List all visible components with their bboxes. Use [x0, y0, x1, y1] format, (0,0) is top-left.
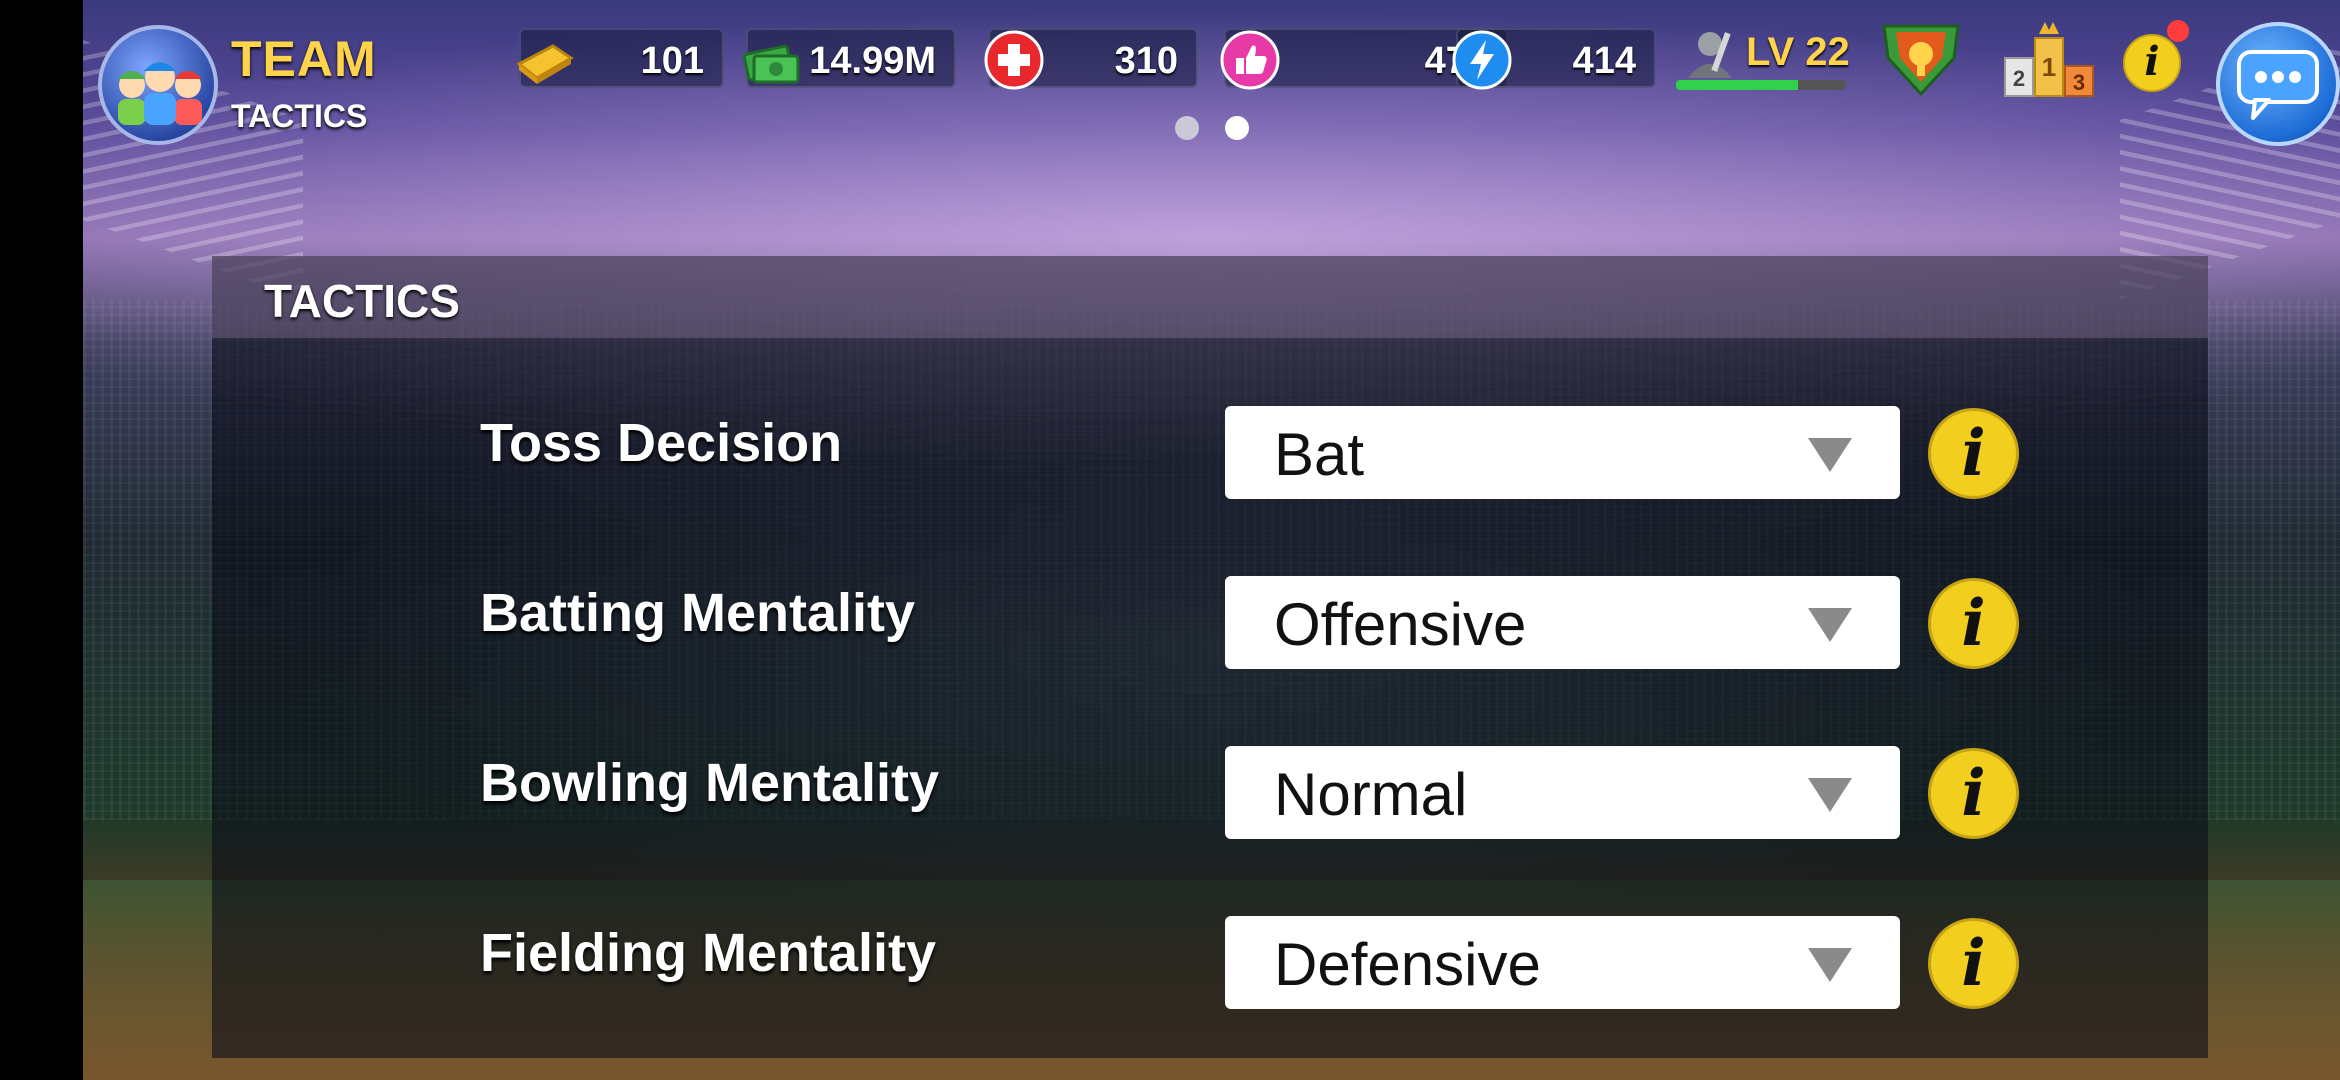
toss-decision-dropdown[interactable]: Bat: [1225, 406, 1900, 499]
toss-decision-info-button[interactable]: i: [1928, 408, 2019, 499]
health-counter[interactable]: 310: [984, 28, 1198, 90]
fielding-mentality-label: Fielding Mentality: [480, 923, 937, 983]
cash-value: 14.99M: [809, 40, 936, 82]
level-progress-bar: [1676, 80, 1846, 90]
energy-value: 414: [1572, 40, 1636, 82]
team-badge-icon[interactable]: [98, 25, 218, 145]
chevron-down-icon: [1808, 948, 1852, 982]
podium-icon[interactable]: 1 2 3: [2001, 16, 2097, 100]
toss-decision-value: Bat: [1274, 421, 1365, 488]
cash-icon: [742, 44, 800, 84]
screen-subtitle: TACTICS: [231, 98, 368, 134]
page-dot[interactable]: [1175, 116, 1199, 140]
batting-mentality-value: Offensive: [1274, 591, 1527, 658]
gold-value: 101: [640, 40, 704, 82]
player-level[interactable]: LV 22: [1676, 28, 1896, 98]
thumbs-up-icon: [1220, 30, 1280, 90]
energy-counter[interactable]: 414: [1452, 28, 1656, 90]
cash-counter[interactable]: 14.99M: [742, 28, 956, 88]
page-indicator: [1175, 116, 1275, 145]
tactics-panel: TACTICS Toss Decision Bat i Batting Ment…: [212, 256, 2208, 1058]
gold-counter[interactable]: 101: [516, 28, 724, 88]
svg-text:1: 1: [2042, 52, 2056, 82]
chat-button[interactable]: [2216, 22, 2340, 146]
svg-text:2: 2: [2013, 66, 2025, 91]
lightning-icon: [1452, 30, 1512, 90]
bowling-mentality-dropdown[interactable]: Normal: [1225, 746, 1900, 839]
fielding-mentality-value: Defensive: [1274, 931, 1541, 998]
trophy-shield-icon[interactable]: [1876, 18, 1966, 98]
health-value: 310: [1114, 40, 1178, 82]
bowling-mentality-value: Normal: [1274, 761, 1468, 828]
player-avatar-icon: [1688, 32, 1732, 78]
chevron-down-icon: [1808, 778, 1852, 812]
svg-text:3: 3: [2073, 70, 2085, 95]
bowling-mentality-info-button[interactable]: i: [1928, 748, 2019, 839]
chat-icon: [2237, 50, 2319, 120]
fielding-mentality-info-button[interactable]: i: [1928, 918, 2019, 1009]
panel-header: TACTICS: [212, 256, 2208, 338]
batting-mentality-info-button[interactable]: i: [1928, 578, 2019, 669]
toss-decision-label: Toss Decision: [480, 413, 843, 473]
level-progress-fill: [1676, 80, 1799, 90]
gold-bar-icon: [516, 44, 574, 84]
batting-mentality-dropdown[interactable]: Offensive: [1225, 576, 1900, 669]
fielding-mentality-dropdown[interactable]: Defensive: [1225, 916, 1900, 1009]
page-dot-active[interactable]: [1225, 116, 1249, 140]
game-screen: TEAM TACTICS 101 14.99M 310 478: [83, 0, 2340, 1080]
panel-title: TACTICS: [264, 275, 460, 327]
chevron-down-icon: [1808, 608, 1852, 642]
health-cross-icon: [984, 30, 1044, 90]
screen-title: TEAM: [231, 31, 377, 87]
chevron-down-icon: [1808, 438, 1852, 472]
info-icon[interactable]: i: [2123, 34, 2181, 92]
bowling-mentality-label: Bowling Mentality: [480, 753, 939, 813]
level-label: LV 22: [1746, 30, 1850, 74]
batting-mentality-label: Batting Mentality: [480, 583, 916, 643]
notification-badge: [2167, 20, 2189, 42]
